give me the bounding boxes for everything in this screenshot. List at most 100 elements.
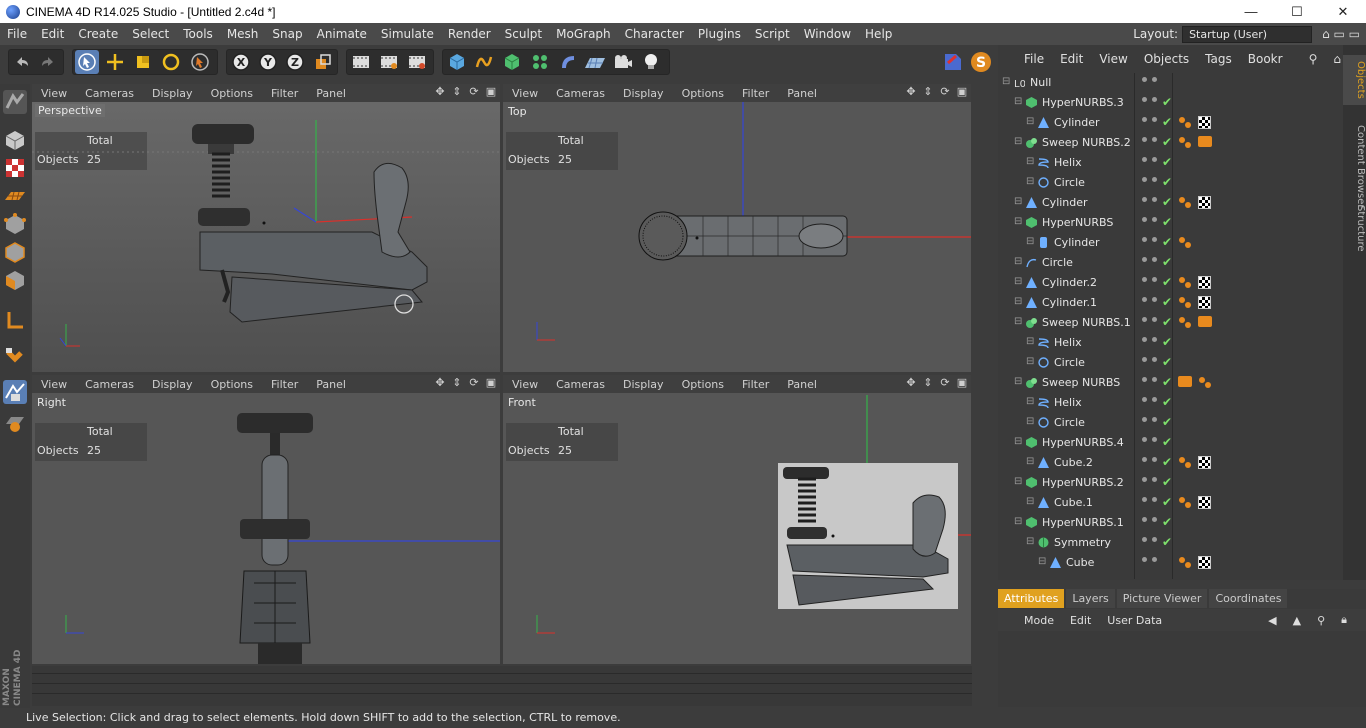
menu-select[interactable]: Select xyxy=(125,23,176,45)
tab-attributes[interactable]: Attributes xyxy=(998,589,1065,608)
axis-mode-icon[interactable] xyxy=(3,308,27,332)
object-name[interactable]: Helix xyxy=(1054,396,1082,409)
orbit-icon[interactable]: ⟳ xyxy=(467,376,481,390)
tree-expand-icon[interactable]: ⊟ xyxy=(1014,96,1022,107)
visibility-dots[interactable] xyxy=(1142,316,1162,330)
layout-dropdown[interactable]: Startup (User) xyxy=(1182,25,1313,43)
render-view-icon[interactable] xyxy=(349,50,373,74)
undo-icon[interactable] xyxy=(10,50,34,74)
visibility-dots[interactable] xyxy=(1142,336,1162,350)
tree-expand-icon[interactable]: ⊟ xyxy=(1014,476,1022,487)
menu-render[interactable]: Render xyxy=(441,23,498,45)
tree-expand-icon[interactable]: ⊟ xyxy=(1014,376,1022,387)
attr-menu-edit[interactable]: Edit xyxy=(1062,614,1099,627)
vp-menu-options[interactable]: Options xyxy=(202,378,262,391)
vp-menu-options[interactable]: Options xyxy=(202,87,262,100)
menu-script[interactable]: Script xyxy=(748,23,797,45)
enabled-check-icon[interactable]: ✔ xyxy=(1162,515,1172,529)
vp-menu-view[interactable]: View xyxy=(503,87,547,100)
visibility-dots[interactable] xyxy=(1142,216,1162,230)
vp-menu-filter[interactable]: Filter xyxy=(733,87,778,100)
object-name[interactable]: HyperNURBS.2 xyxy=(1042,476,1124,489)
vp-menu-panel[interactable]: Panel xyxy=(307,87,355,100)
top-viewport[interactable]: View Cameras Display Options Filter Pane… xyxy=(503,84,971,372)
tree-expand-icon[interactable]: ⊟ xyxy=(1026,336,1034,347)
right-viewport[interactable]: View Cameras Display Options Filter Pane… xyxy=(32,375,500,664)
enabled-check-icon[interactable]: ✔ xyxy=(1162,475,1172,489)
enabled-check-icon[interactable]: ✔ xyxy=(1162,375,1172,389)
tab-picture-viewer[interactable]: Picture Viewer xyxy=(1116,589,1208,608)
visibility-dots[interactable] xyxy=(1142,76,1162,90)
object-name[interactable]: HyperNURBS.3 xyxy=(1042,96,1124,109)
enabled-check-icon[interactable]: ✔ xyxy=(1162,455,1172,469)
object-name[interactable]: Cylinder xyxy=(1054,236,1100,249)
vp-menu-display[interactable]: Display xyxy=(614,378,673,391)
visibility-dots[interactable] xyxy=(1142,256,1162,270)
menu-snap[interactable]: Snap xyxy=(265,23,309,45)
enabled-check-icon[interactable]: ✔ xyxy=(1162,335,1172,349)
enabled-check-icon[interactable]: ✔ xyxy=(1162,495,1172,509)
visibility-dots[interactable] xyxy=(1142,156,1162,170)
vp-menu-panel[interactable]: Panel xyxy=(778,378,826,391)
tree-expand-icon[interactable]: ⊟ xyxy=(1026,396,1034,407)
obj-menu-view[interactable]: View xyxy=(1091,52,1135,66)
dolly-icon[interactable]: ⇕ xyxy=(921,85,935,99)
enabled-check-icon[interactable]: ✔ xyxy=(1162,535,1172,549)
maximize-view-icon[interactable]: ▣ xyxy=(955,376,969,390)
enabled-check-icon[interactable]: ✔ xyxy=(1162,355,1172,369)
tree-expand-icon[interactable]: ⊟ xyxy=(1026,536,1034,547)
menu-animate[interactable]: Animate xyxy=(310,23,374,45)
object-name[interactable]: Circle xyxy=(1054,176,1085,189)
vp-menu-cameras[interactable]: Cameras xyxy=(547,87,614,100)
enabled-check-icon[interactable]: ✔ xyxy=(1162,235,1172,249)
y-axis-lock-icon[interactable]: Y xyxy=(256,50,280,74)
enabled-check-icon[interactable]: ✔ xyxy=(1162,295,1172,309)
enabled-check-icon[interactable]: ✔ xyxy=(1162,215,1172,229)
live-selection-icon[interactable] xyxy=(75,50,99,74)
menu-plugins[interactable]: Plugins xyxy=(691,23,748,45)
floor-icon[interactable] xyxy=(583,50,607,74)
phong-tag-icon[interactable] xyxy=(1178,296,1192,309)
vp-menu-cameras[interactable]: Cameras xyxy=(76,87,143,100)
tree-expand-icon[interactable]: ⊟ xyxy=(1014,516,1022,527)
maximize-view-icon[interactable]: ▣ xyxy=(484,376,498,390)
object-name[interactable]: Cube.1 xyxy=(1054,496,1093,509)
back-arrow-icon[interactable]: ◀ xyxy=(1260,614,1284,627)
obj-menu-bookmarks[interactable]: Bookr xyxy=(1240,52,1291,66)
vp-menu-filter[interactable]: Filter xyxy=(733,378,778,391)
object-name[interactable]: Sweep NURBS xyxy=(1042,376,1120,389)
visibility-dots[interactable] xyxy=(1142,556,1162,570)
phong-tag-icon[interactable] xyxy=(1178,496,1192,509)
menu-mograph[interactable]: MoGraph xyxy=(549,23,618,45)
enabled-check-icon[interactable]: ✔ xyxy=(1162,275,1172,289)
visibility-dots[interactable] xyxy=(1142,396,1162,410)
tree-expand-icon[interactable]: ⊟ xyxy=(1038,556,1046,567)
search-icon[interactable]: ⚲ xyxy=(1301,52,1326,66)
soft-selection-icon[interactable] xyxy=(3,380,27,404)
tab-layers[interactable]: Layers xyxy=(1066,589,1115,608)
object-name[interactable]: Circle xyxy=(1054,356,1085,369)
vp-menu-options[interactable]: Options xyxy=(673,378,733,391)
phong-tag-icon[interactable] xyxy=(1198,376,1212,389)
object-name[interactable]: Cube.2 xyxy=(1054,456,1093,469)
menu-help[interactable]: Help xyxy=(858,23,899,45)
close-button[interactable]: ✕ xyxy=(1320,0,1366,23)
object-name[interactable]: Sweep NURBS.2 xyxy=(1042,136,1131,149)
visibility-dots[interactable] xyxy=(1142,516,1162,530)
orbit-icon[interactable]: ⟳ xyxy=(938,376,952,390)
tree-expand-icon[interactable]: ⊟ xyxy=(1026,176,1034,187)
snap-magnet-icon[interactable] xyxy=(3,344,27,368)
lock-icon[interactable]: 🔒︎ xyxy=(1333,613,1355,627)
redo-icon[interactable] xyxy=(36,50,60,74)
obj-menu-file[interactable]: File xyxy=(998,52,1052,66)
menu-window[interactable]: Window xyxy=(797,23,858,45)
texture-tag-icon[interactable] xyxy=(1198,296,1211,309)
visibility-dots[interactable] xyxy=(1142,136,1162,150)
menu-character[interactable]: Character xyxy=(618,23,691,45)
object-name[interactable]: Null xyxy=(1030,76,1051,89)
front-viewport[interactable]: View Cameras Display Options Filter Pane… xyxy=(503,375,971,664)
attr-menu-mode[interactable]: Mode xyxy=(998,614,1062,627)
enabled-check-icon[interactable]: ✔ xyxy=(1162,115,1172,129)
make-editable-icon[interactable] xyxy=(3,90,27,114)
texture-mode-icon[interactable] xyxy=(3,156,27,180)
